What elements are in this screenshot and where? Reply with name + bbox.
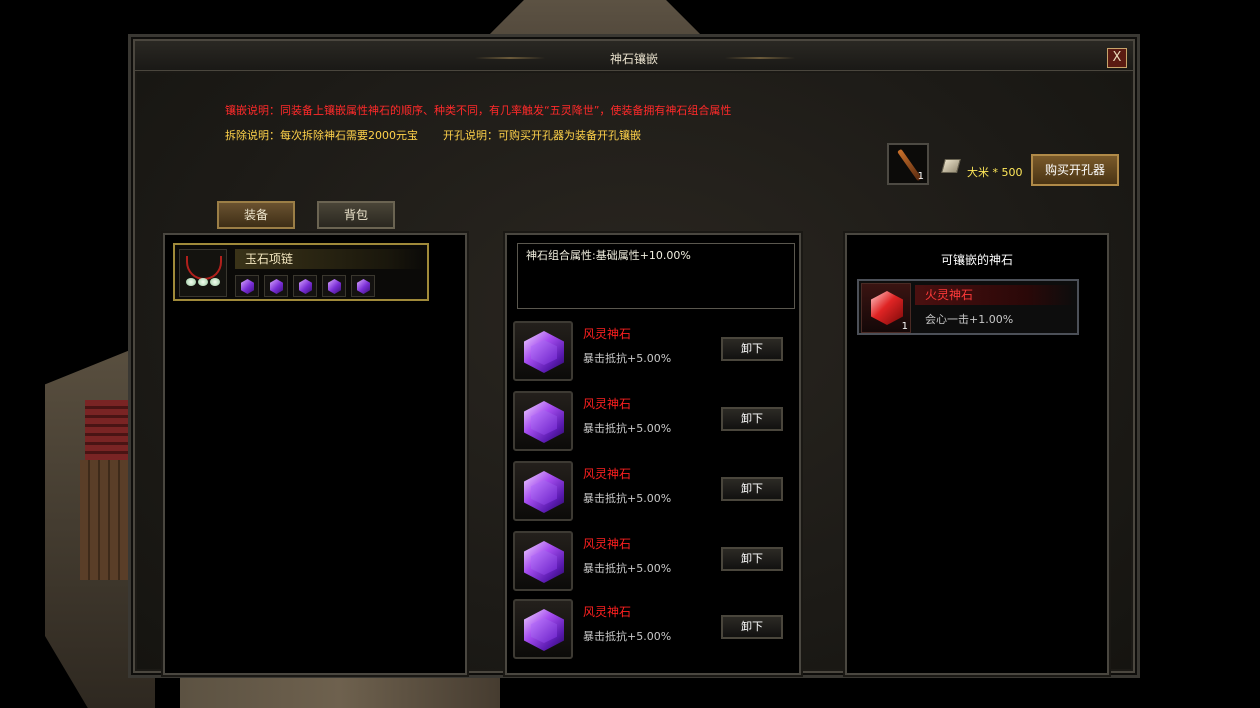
- necklace-icon: [179, 249, 227, 297]
- wind-gem-icon: [513, 321, 573, 381]
- gem-slot-icon: [322, 275, 346, 297]
- gem-slot-icon: [264, 275, 288, 297]
- remove-description: 拆除说明：每次拆除神石需要2000元宝: [225, 129, 418, 142]
- remove-gem-button[interactable]: 卸下: [721, 477, 783, 501]
- gem-name: 风灵神石: [583, 467, 632, 481]
- gem-crystal: [871, 291, 903, 325]
- combo-attribute: 神石组合属性:基础属性+10.00%: [517, 243, 795, 309]
- gem-stat: 暴击抵抗+5.00%: [583, 492, 672, 505]
- available-gem-stat: 会心一击+1.00%: [925, 313, 1014, 326]
- fire-gem-icon: 1: [861, 283, 911, 333]
- remove-gem-button[interactable]: 卸下: [721, 407, 783, 431]
- rice-price: 大米 * 500: [967, 166, 1023, 179]
- pearl: [198, 278, 208, 286]
- gem-count: 1: [901, 321, 908, 332]
- pearl: [210, 278, 220, 286]
- wind-gem-icon: [513, 531, 573, 591]
- wind-gem-icon: [513, 461, 573, 521]
- gem-stat: 暴击抵抗+5.00%: [583, 422, 672, 435]
- background-crate: [80, 460, 130, 580]
- available-gem-item[interactable]: 1 火灵神石 会心一击+1.00%: [857, 279, 1079, 335]
- gem-name: 风灵神石: [583, 537, 632, 551]
- gem-inlay-window: 神石镶嵌 X 镶嵌说明：同装备上镶嵌属性神石的顺序、种类不同，有几率触发“五灵降…: [128, 34, 1140, 678]
- tab-equipment[interactable]: 装备: [217, 201, 295, 229]
- available-gem-name: 火灵神石: [915, 285, 1075, 305]
- inlay-description: 镶嵌说明：同装备上镶嵌属性神石的顺序、种类不同，有几率触发“五灵降世”，使装备拥…: [225, 104, 732, 117]
- remove-gem-button[interactable]: 卸下: [721, 337, 783, 361]
- tab-bag[interactable]: 背包: [317, 201, 395, 229]
- gem-slot-icon: [293, 275, 317, 297]
- wind-gem-icon: [513, 599, 573, 659]
- hole-opener-slot[interactable]: 1: [887, 143, 929, 185]
- window-title: 神石镶嵌: [609, 52, 658, 66]
- gem-name: 风灵神石: [583, 605, 632, 619]
- title-ornament-right: [725, 57, 795, 59]
- gem-stat: 暴击抵抗+5.00%: [583, 630, 672, 643]
- gem-name: 风灵神石: [583, 397, 632, 411]
- equipment-name: 玉石项链: [235, 249, 425, 269]
- hole-opener-count: 1: [917, 171, 924, 182]
- inlaid-gem-row: 风灵神石 暴击抵抗+5.00% 卸下: [513, 461, 799, 523]
- available-gems-title: 可镶嵌的神石: [940, 253, 1013, 267]
- close-button[interactable]: X: [1107, 48, 1127, 68]
- inlaid-gem-row: 风灵神石 暴击抵抗+5.00% 卸下: [513, 321, 799, 383]
- available-gems-panel: 可镶嵌的神石 1 火灵神石 会心一击+1.00%: [845, 233, 1109, 675]
- remove-gem-button[interactable]: 卸下: [721, 547, 783, 571]
- gem-slot-icon: [235, 275, 259, 297]
- pearl: [186, 278, 196, 286]
- equipment-list-panel: 玉石项链: [163, 233, 467, 675]
- gem-stat: 暴击抵抗+5.00%: [583, 562, 672, 575]
- remove-gem-button[interactable]: 卸下: [721, 615, 783, 639]
- wind-gem-icon: [513, 391, 573, 451]
- gem-name: 风灵神石: [583, 327, 632, 341]
- title-bar[interactable]: 神石镶嵌 X: [135, 41, 1133, 71]
- inlaid-gem-row: 风灵神石 暴击抵抗+5.00% 卸下: [513, 531, 799, 593]
- necklace-cord: [186, 256, 222, 280]
- window-body: 镶嵌说明：同装备上镶嵌属性神石的顺序、种类不同，有几率触发“五灵降世”，使装备拥…: [137, 73, 1131, 675]
- equipment-item[interactable]: 玉石项链: [173, 243, 429, 301]
- gem-stat: 暴击抵抗+5.00%: [583, 352, 672, 365]
- inlaid-gems-panel: 神石组合属性:基础属性+10.00% 风灵神石 暴击抵抗+5.00% 卸下 风灵…: [505, 233, 801, 675]
- inlaid-gem-row: 风灵神石 暴击抵抗+5.00% 卸下: [513, 391, 799, 453]
- game-scene: 神石镶嵌 X 镶嵌说明：同装备上镶嵌属性神石的顺序、种类不同，有几率触发“五灵降…: [0, 0, 1260, 708]
- buy-hole-opener-button[interactable]: 购买开孔器: [1031, 154, 1119, 186]
- inlaid-gem-row: 风灵神石 暴击抵抗+5.00% 卸下: [513, 599, 799, 661]
- rice-currency-icon: [941, 159, 961, 173]
- open-description: 开孔说明：可购买开孔器为装备开孔镶嵌: [443, 129, 641, 142]
- gem-slot-icon: [351, 275, 375, 297]
